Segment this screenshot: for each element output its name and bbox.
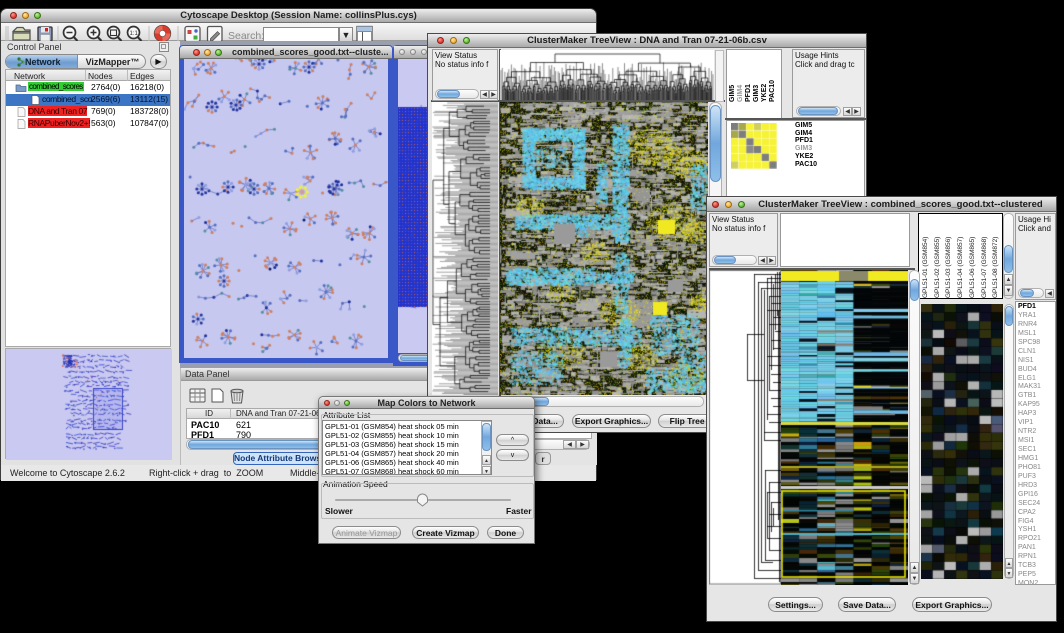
svg-text:1:1: 1:1 — [130, 31, 139, 37]
